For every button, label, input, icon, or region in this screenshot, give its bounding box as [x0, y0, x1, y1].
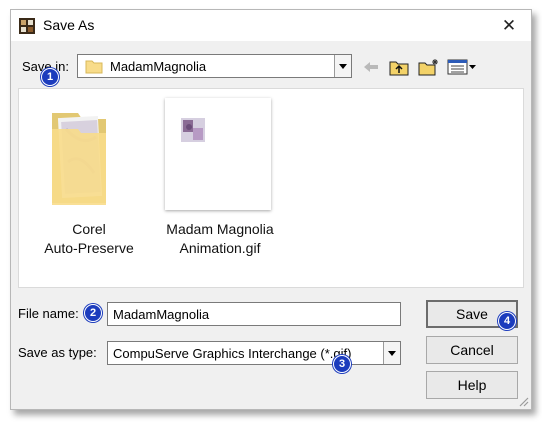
gif-thumbnail[interactable] — [165, 98, 271, 210]
view-menu-icon[interactable] — [447, 58, 477, 76]
folder-icon — [85, 60, 103, 74]
save-as-type-label: Save as type: — [18, 345, 97, 360]
up-folder-icon[interactable] — [389, 58, 409, 76]
thumbnail-image-icon — [181, 118, 205, 142]
help-button[interactable]: Help — [426, 371, 518, 399]
file-name-line1: Corel — [72, 221, 106, 237]
file-name-label: File name: — [18, 306, 79, 321]
file-name-field[interactable]: MadamMagnolia — [107, 302, 401, 326]
file-name-value: MadamMagnolia — [113, 307, 210, 322]
save-in-value: MadamMagnolia — [110, 59, 207, 74]
save-in-dropdown[interactable]: MadamMagnolia — [77, 54, 352, 78]
list-item-madam-magnolia[interactable]: Madam Magnolia Animation.gif — [155, 220, 285, 258]
file-list[interactable]: Corel Auto-Preserve Madam Magnolia Anima… — [18, 88, 524, 288]
list-item-corel[interactable]: Corel Auto-Preserve — [29, 220, 149, 258]
close-button[interactable]: ✕ — [487, 10, 531, 41]
file-name-line2: Auto-Preserve — [44, 240, 134, 256]
annotation-badge-4: 4 — [498, 312, 516, 330]
new-folder-icon[interactable] — [418, 58, 440, 76]
save-as-type-dropdown-arrow[interactable] — [383, 342, 400, 364]
cancel-button[interactable]: Cancel — [426, 336, 518, 364]
file-name-line1: Madam Magnolia — [166, 221, 274, 237]
corel-folder-icon — [48, 107, 110, 209]
paintshop-app-icon — [19, 18, 35, 34]
close-icon: ✕ — [501, 15, 517, 35]
back-arrow-icon[interactable] — [362, 58, 380, 76]
save-in-dropdown-arrow[interactable] — [334, 55, 351, 77]
resize-grip-icon[interactable] — [517, 395, 529, 407]
file-name-line2: Animation.gif — [179, 240, 261, 256]
annotation-badge-3: 3 — [333, 355, 351, 373]
save-as-dialog: Save As ✕ Save in: MadamMagnolia Corel A… — [10, 9, 532, 410]
window-title: Save As — [43, 17, 95, 33]
save-as-type-dropdown[interactable]: CompuServe Graphics Interchange (*.gif) — [107, 341, 401, 365]
title-bar: Save As ✕ — [11, 10, 531, 41]
save-as-type-value: CompuServe Graphics Interchange (*.gif) — [113, 346, 352, 361]
annotation-badge-2: 2 — [84, 304, 102, 322]
annotation-badge-1: 1 — [41, 68, 59, 86]
